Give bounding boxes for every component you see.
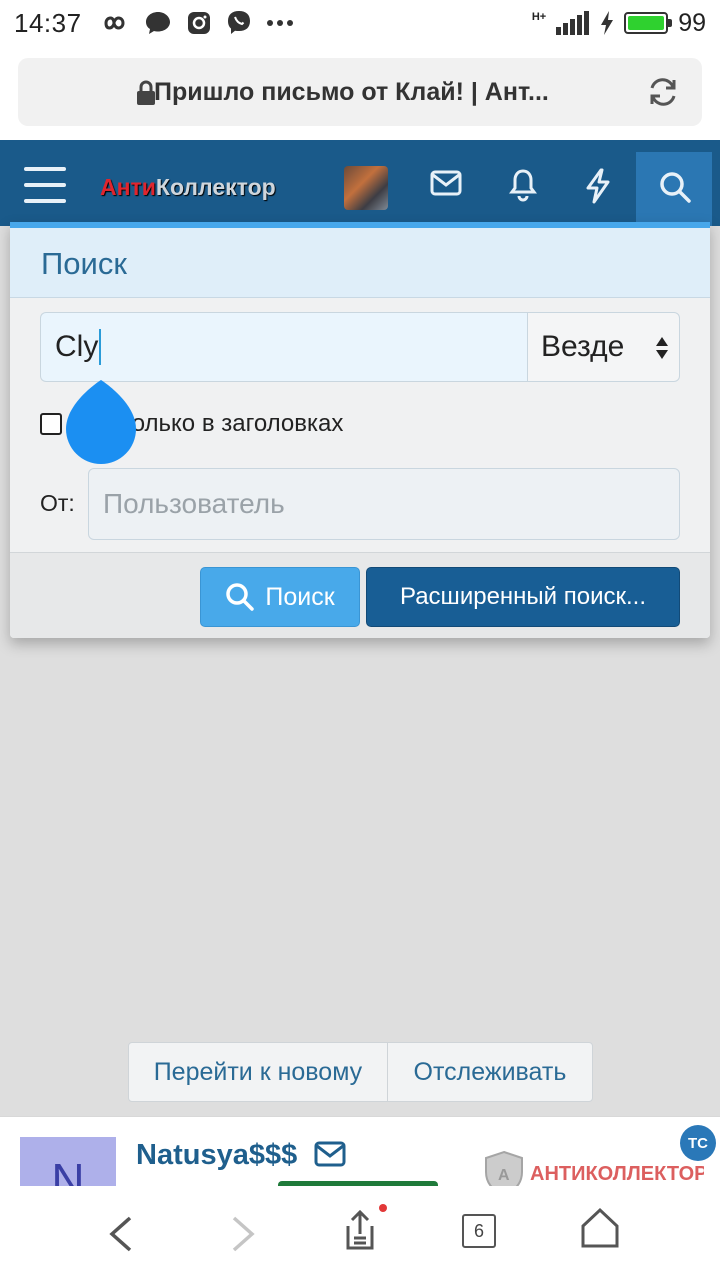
infinity-icon xyxy=(104,16,125,30)
poster-username[interactable]: Natusya$$$ xyxy=(136,1139,297,1172)
battery-icon xyxy=(624,12,673,34)
lock-icon xyxy=(137,80,155,105)
back-icon[interactable] xyxy=(104,1214,138,1254)
watch-button[interactable]: Отслеживать xyxy=(388,1043,592,1101)
menu-icon[interactable] xyxy=(24,167,66,203)
select-arrows-icon xyxy=(656,337,668,359)
viber-icon xyxy=(227,11,250,34)
search-panel-header: Поиск xyxy=(10,228,710,298)
search-button[interactable]: Поиск xyxy=(200,567,360,627)
chat-bubble-icon xyxy=(145,12,170,34)
browser-bottom-bar: 6 xyxy=(0,1186,720,1280)
search-icon xyxy=(660,172,691,203)
watermark-brand: АНТИКОЛЛЕКТОР xyxy=(530,1163,704,1185)
text-selection-handle[interactable] xyxy=(66,380,136,464)
envelope-icon[interactable] xyxy=(430,170,462,196)
instagram-icon xyxy=(187,12,210,34)
search-tab[interactable] xyxy=(636,152,712,226)
share-icon[interactable] xyxy=(340,1208,380,1252)
thread-action-buttons: Перейти к новому Отслеживать xyxy=(128,1042,593,1102)
page-title: Пришло письмо от Клай! | Ант... xyxy=(154,77,549,106)
go-to-new-button[interactable]: Перейти к новому xyxy=(129,1043,388,1101)
home-icon[interactable] xyxy=(580,1206,620,1250)
notification-icons xyxy=(98,9,294,37)
user-avatar[interactable] xyxy=(344,166,388,210)
poster-avatar[interactable]: N xyxy=(20,1137,116,1186)
search-query-value: Cly xyxy=(55,330,99,363)
envelope-icon[interactable] xyxy=(314,1141,346,1167)
search-button-label: Поиск xyxy=(265,582,335,611)
search-dropdown: Поиск Cly Везде ать только в заголовках … xyxy=(10,222,710,638)
search-panel-footer: Поиск Расширенный поиск... xyxy=(10,552,710,638)
more-dots-icon xyxy=(266,20,293,26)
signal-icon xyxy=(556,11,590,35)
network-type: H+ xyxy=(531,10,547,23)
bell-icon[interactable] xyxy=(508,168,538,202)
battery-percent: 99 xyxy=(678,8,706,37)
status-bar: 14:37 H+ 99 xyxy=(0,0,720,46)
search-icon xyxy=(226,583,255,611)
site-logo[interactable]: АнтиКоллектор xyxy=(100,174,276,201)
address-bar[interactable]: Пришло письмо от Клай! | Ант... xyxy=(18,58,702,126)
notification-dot xyxy=(379,1204,387,1212)
charging-bolt-icon xyxy=(601,11,614,35)
advanced-search-button[interactable]: Расширенный поиск... xyxy=(366,567,680,627)
lightning-icon[interactable] xyxy=(584,168,612,204)
search-scope-select[interactable]: Везде xyxy=(527,312,680,382)
search-panel-title: Поиск xyxy=(41,246,127,281)
svg-text:A: A xyxy=(498,1167,510,1184)
status-right: H+ 99 xyxy=(532,9,706,38)
browser-toolbar: Пришло письмо от Клай! | Ант... xyxy=(0,46,720,140)
status-time: 14:37 xyxy=(14,7,82,38)
forum-header: АнтиКоллектор xyxy=(0,140,720,226)
user-input[interactable] xyxy=(103,488,665,520)
user-field[interactable] xyxy=(88,468,680,540)
search-scope-value: Везде xyxy=(541,330,625,363)
search-input[interactable]: Cly xyxy=(40,312,528,382)
tabs-button[interactable]: 6 xyxy=(462,1214,496,1248)
from-label: От: xyxy=(40,490,75,516)
reload-icon[interactable] xyxy=(646,75,680,109)
text-cursor xyxy=(99,329,102,365)
forward-icon[interactable] xyxy=(226,1214,260,1254)
title-only-checkbox[interactable] xyxy=(40,413,62,435)
